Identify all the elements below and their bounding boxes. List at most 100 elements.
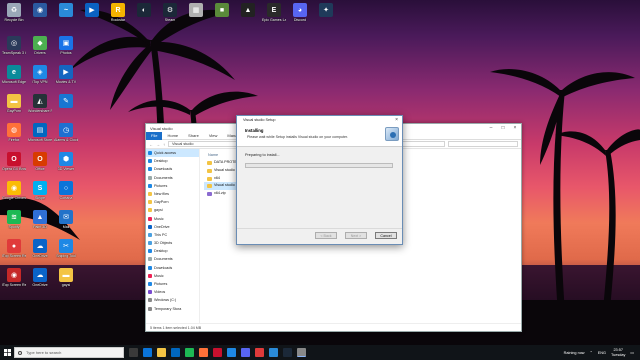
desktop-icon[interactable]: ▶ <box>80 3 104 18</box>
minimize-icon[interactable]: – <box>485 125 497 131</box>
nav-item[interactable]: Downloads <box>146 264 199 272</box>
dialog-titlebar[interactable]: Visual studio Setup × <box>237 116 402 124</box>
taskbar-app-icon[interactable] <box>199 348 208 357</box>
nav-item[interactable]: Desktop <box>146 247 199 255</box>
desktop-icon[interactable]: ◉ Google Chrome <box>2 181 26 200</box>
taskbar-app-icon[interactable] <box>283 348 292 357</box>
nav-item[interactable]: New files <box>146 190 199 198</box>
taskbar-search-box[interactable]: Type here to search <box>14 347 124 358</box>
next-button[interactable]: Next > <box>345 232 367 239</box>
close-icon[interactable]: × <box>395 116 398 124</box>
desktop-icon[interactable]: ☁ OneDrive <box>28 239 52 258</box>
nav-item[interactable]: Windows (C:) <box>146 296 199 304</box>
desktop-icon[interactable]: ▲ Paint 3D <box>28 210 52 229</box>
ribbon-file-tab[interactable]: File <box>146 131 163 140</box>
file-row[interactable]: Visual studio <box>204 182 238 191</box>
forward-arrow-icon[interactable]: → <box>156 142 160 147</box>
desktop-icon[interactable]: ✂ Sniping Tool <box>54 239 78 258</box>
taskbar-app-icon[interactable] <box>185 348 194 357</box>
nav-item[interactable]: Music <box>146 272 199 280</box>
notification-icon[interactable]: ▭ <box>630 350 634 355</box>
desktop-icon[interactable]: ▦ <box>184 3 208 18</box>
nav-item[interactable]: Videos <box>146 288 199 296</box>
taskbar-app-icon[interactable] <box>143 348 152 357</box>
nav-item[interactable]: Temporary Stora <box>146 305 199 313</box>
maximize-icon[interactable]: □ <box>497 125 509 131</box>
desktop-icon[interactable]: e Microsoft Edge <box>2 65 26 84</box>
file-row[interactable]: x64 <box>204 175 238 183</box>
ribbon-tab-share[interactable]: Share <box>183 133 204 138</box>
nav-item[interactable]: OneDrive <box>146 223 199 231</box>
desktop-icon[interactable]: ◍ Firefox <box>2 123 26 142</box>
taskbar-app-icon[interactable] <box>241 348 250 357</box>
start-button[interactable] <box>0 345 14 360</box>
up-arrow-icon[interactable]: ↑ <box>163 142 165 147</box>
desktop-icon[interactable]: ◈ iTop VPN <box>28 65 52 84</box>
desktop-icon[interactable]: ◷ Alarms & Clock <box>54 123 78 142</box>
weather-status[interactable]: Raining now <box>564 351 585 355</box>
taskbar-app-icon[interactable] <box>255 348 264 357</box>
file-row[interactable]: DATA PROTEC <box>204 159 239 167</box>
taskbar-app-icon[interactable] <box>171 348 180 357</box>
setup-dialog[interactable]: Visual studio Setup × Installing Please … <box>236 115 403 245</box>
taskbar-app-icon[interactable] <box>227 348 236 357</box>
desktop-icon[interactable]: ●iTop Screen Recorder <box>2 239 26 258</box>
language-indicator[interactable]: ENG <box>598 351 606 355</box>
desktop-icon[interactable]: ~ <box>54 3 78 18</box>
nav-item[interactable]: Quick access <box>146 149 199 158</box>
nav-item[interactable]: Pictures <box>146 182 199 190</box>
taskbar-app-icon[interactable] <box>269 348 278 357</box>
back-arrow-icon[interactable]: ← <box>149 142 153 147</box>
taskbar-app-icon[interactable] <box>157 348 166 357</box>
clock[interactable]: 23:57 Tuesday <box>611 348 625 357</box>
desktop-icon[interactable]: ◭Wondershare Filmora 11 <box>28 94 52 113</box>
ribbon-tab-view[interactable]: View <box>204 133 223 138</box>
desktop-icon[interactable]: ◐ <box>132 3 156 18</box>
taskbar-app-icon[interactable] <box>297 348 306 357</box>
desktop-icon[interactable]: ✎ <box>54 94 78 109</box>
desktop-icon[interactable]: ☁ OneDrive <box>28 268 52 287</box>
desktop-icon[interactable]: ◉ <box>28 3 52 18</box>
desktop-icon[interactable]: ✉ Mail <box>54 210 78 229</box>
desktop-icon[interactable]: ■ <box>210 3 234 18</box>
desktop-icon[interactable]: ◆ Drivers <box>28 36 52 55</box>
desktop-icon[interactable]: ◕ Discord <box>288 3 312 22</box>
close-icon[interactable]: × <box>509 125 521 131</box>
nav-item[interactable]: GayPorn <box>146 198 199 206</box>
chevron-up-icon[interactable]: ⌃ <box>590 350 593 355</box>
desktop-icon[interactable]: ▲ <box>236 3 260 18</box>
desktop-icon[interactable]: ◎TeamSpeak 3 Client <box>2 36 26 55</box>
desktop-icon[interactable]: ▬ GayPorn <box>2 94 26 113</box>
desktop-icon[interactable]: ▣ Photos <box>54 36 78 55</box>
nav-item[interactable]: This PC <box>146 231 199 239</box>
desktop-icon[interactable]: O Office <box>28 152 52 171</box>
desktop-icon[interactable]: ✦ <box>314 3 338 18</box>
file-row[interactable]: x64.zip <box>204 190 238 198</box>
nav-item[interactable]: Documents <box>146 174 199 182</box>
desktop-icon[interactable]: S Skype <box>28 181 52 200</box>
desktop-icon[interactable]: ⬢ 3D Viewer <box>54 152 78 171</box>
nav-item[interactable]: Desktop <box>146 157 199 165</box>
desktop-icon[interactable]: R Rockstar <box>106 3 130 22</box>
nav-item[interactable]: Music <box>146 215 199 223</box>
nav-item[interactable]: gaysi <box>146 206 199 214</box>
back-button[interactable]: < Back <box>315 232 337 239</box>
desktop-icon[interactable]: EEpic Games Launcher <box>262 3 286 22</box>
taskbar-app-icon[interactable] <box>213 348 222 357</box>
nav-item[interactable]: Documents <box>146 255 199 263</box>
nav-item[interactable]: Downloads <box>146 165 199 173</box>
ribbon-tab-home[interactable]: Home <box>162 133 183 138</box>
desktop-icon[interactable]: ≋ Spotify <box>2 210 26 229</box>
desktop-icon[interactable]: ⚙ Steam <box>158 3 182 22</box>
desktop-icon[interactable]: ◉iTop Screen Recorder <box>2 268 26 287</box>
nav-item[interactable]: Pictures <box>146 280 199 288</box>
nav-item[interactable]: 3D Objects <box>146 239 199 247</box>
taskbar-app-icon[interactable] <box>129 348 138 357</box>
desktop-icon[interactable]: ♻ Recycle Bin <box>2 3 26 22</box>
desktop-icon[interactable]: ▬ gaysi <box>54 268 78 287</box>
cancel-button[interactable]: Cancel <box>375 232 397 239</box>
desktop-icon[interactable]: ▤ Microsoft Store <box>28 123 52 142</box>
desktop-icon[interactable]: ▶ Movies & TV <box>54 65 78 84</box>
file-row[interactable]: Visual studio <box>204 167 238 175</box>
desktop-icon[interactable]: OOpera GX Browser <box>2 152 26 171</box>
